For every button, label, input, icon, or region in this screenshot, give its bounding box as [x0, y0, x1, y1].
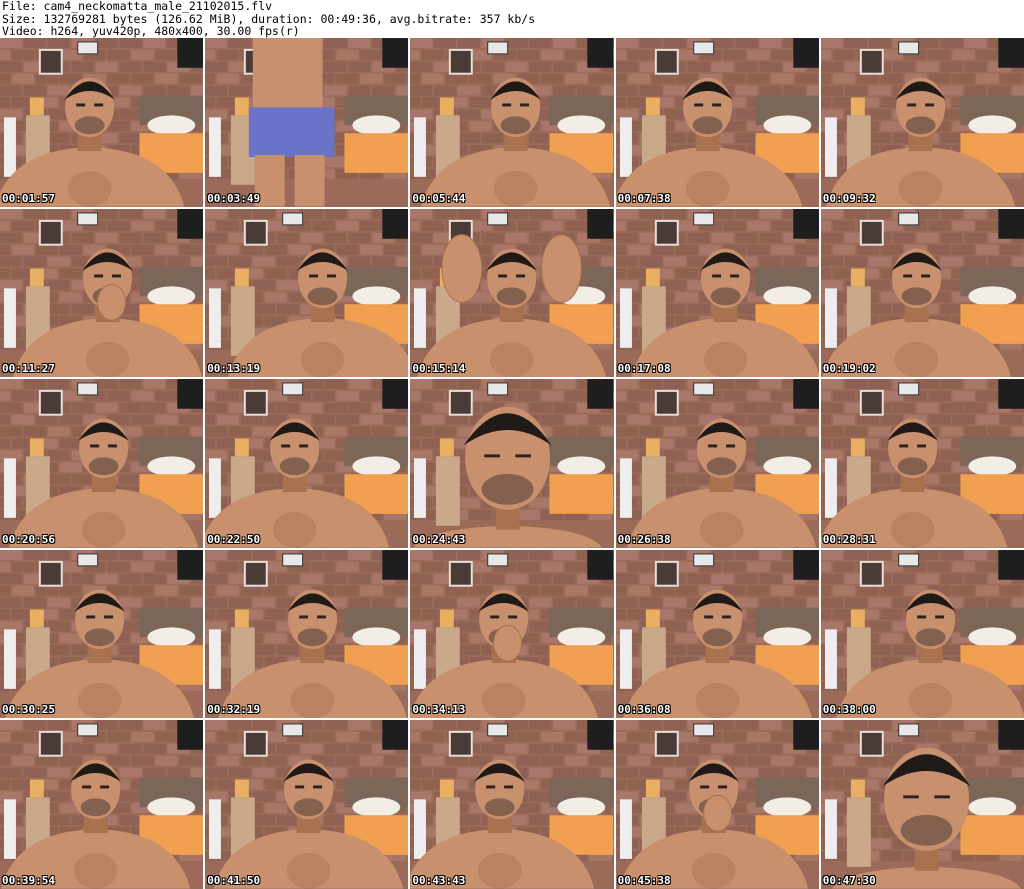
thumbnail-image	[615, 549, 819, 719]
thumbnail-image	[410, 720, 614, 889]
thumbnail-image	[615, 208, 819, 378]
thumbnail-image	[0, 379, 204, 548]
thumbnail-timestamp: 00:32:19	[207, 703, 261, 717]
video-thumbnail: 00:07:38	[615, 38, 819, 207]
video-thumbnail: 00:17:08	[615, 208, 819, 378]
thumbnail-image	[205, 549, 409, 719]
thumbnail-timestamp: 00:19:02	[822, 362, 876, 376]
thumbnail-image	[410, 208, 614, 378]
thumbnail-image	[410, 379, 614, 548]
thumbnail-timestamp: 00:11:27	[2, 362, 55, 376]
thumbnail-timestamp: 00:17:08	[617, 362, 671, 376]
video-thumbnail: 00:22:50	[205, 379, 409, 548]
thumbnail-timestamp: 00:45:38	[617, 874, 671, 887]
thumbnail-image	[0, 549, 204, 719]
thumbnail-timestamp: 00:20:56	[2, 532, 55, 546]
thumbnail-timestamp: 00:03:49	[207, 191, 261, 205]
thumbnail-image	[0, 208, 204, 378]
thumbnail-timestamp: 00:13:19	[207, 362, 261, 376]
thumbnail-timestamp: 00:28:31	[822, 532, 876, 546]
thumbnail-image	[205, 379, 409, 548]
video-thumbnail: 00:34:13	[410, 549, 614, 719]
thumbnail-image	[410, 549, 614, 719]
video-thumbnail: 00:41:50	[205, 720, 409, 889]
thumbnail-image	[0, 38, 204, 207]
thumbnail-timestamp: 00:34:13	[412, 703, 466, 717]
video-thumbnail: 00:15:14	[410, 208, 614, 378]
video-thumbnail: 00:19:02	[820, 208, 1024, 378]
video-thumbnail: 00:24:43	[410, 379, 614, 548]
video-thumbnail: 00:05:44	[410, 38, 614, 207]
video-thumbnail: 00:03:49	[205, 38, 409, 207]
thumbnail-timestamp: 00:30:25	[2, 703, 55, 717]
thumbnail-timestamp: 00:47:30	[822, 874, 876, 887]
file-name-line: File: cam4_neckomatta_male_21102015.flv	[2, 0, 273, 13]
thumbnail-image	[615, 720, 819, 889]
video-thumbnail: 00:26:38	[615, 379, 819, 548]
thumbnail-timestamp: 00:07:38	[617, 191, 671, 205]
video-thumbnail: 00:09:32	[820, 38, 1024, 207]
thumbnail-timestamp: 00:22:50	[207, 532, 261, 546]
video-thumbnail: 00:01:57	[0, 38, 204, 207]
thumbnail-image	[820, 38, 1024, 207]
thumbnail-image	[0, 720, 204, 889]
thumbnail-timestamp: 00:43:43	[412, 874, 466, 887]
thumbnail-timestamp: 00:09:32	[822, 191, 876, 205]
video-thumbnail: 00:38:00	[820, 549, 1024, 719]
thumbnail-image	[820, 720, 1024, 889]
video-thumbnail: 00:11:27	[0, 208, 204, 378]
video-thumbnail: 00:32:19	[205, 549, 409, 719]
thumbnail-timestamp: 00:26:38	[617, 532, 671, 546]
thumbnail-image	[205, 208, 409, 378]
thumbnail-timestamp: 00:05:44	[412, 191, 466, 205]
video-info-line: Video: h264, yuv420p, 480x400, 30.00 fps…	[2, 24, 300, 38]
video-thumbnail: 00:20:56	[0, 379, 204, 548]
video-thumbnail: 00:28:31	[820, 379, 1024, 548]
video-thumbnail: 00:43:43	[410, 720, 614, 889]
thumbnail-image	[410, 38, 614, 207]
video-thumbnail: 00:30:25	[0, 549, 204, 719]
thumbnail-timestamp: 00:24:43	[412, 532, 466, 546]
video-thumbnail: 00:39:54	[0, 720, 204, 889]
thumbnail-image	[205, 720, 409, 889]
thumbnail-image	[820, 379, 1024, 548]
file-info-header: File: cam4_neckomatta_male_21102015.flv S…	[2, 0, 535, 38]
thumbnail-timestamp: 00:38:00	[822, 703, 876, 717]
thumbnail-image	[820, 549, 1024, 719]
video-thumbnail: 00:13:19	[205, 208, 409, 378]
thumbnail-timestamp: 00:01:57	[2, 191, 55, 205]
video-thumbnail: 00:36:08	[615, 549, 819, 719]
thumbnail-timestamp: 00:36:08	[617, 703, 671, 717]
thumbnail-image	[820, 208, 1024, 378]
video-thumbnail: 00:45:38	[615, 720, 819, 889]
thumbnail-image	[615, 38, 819, 207]
thumbnail-timestamp: 00:39:54	[2, 874, 55, 887]
thumbnail-timestamp: 00:41:50	[207, 874, 261, 887]
thumbnail-image	[205, 38, 409, 207]
thumbnail-timestamp: 00:15:14	[412, 362, 466, 376]
thumbnail-grid: 00:01:57 00:03:49 00:05:44 00:07:38 00:09:32…	[0, 38, 1024, 889]
video-thumbnail: 00:47:30	[820, 720, 1024, 889]
thumbnail-image	[615, 379, 819, 548]
